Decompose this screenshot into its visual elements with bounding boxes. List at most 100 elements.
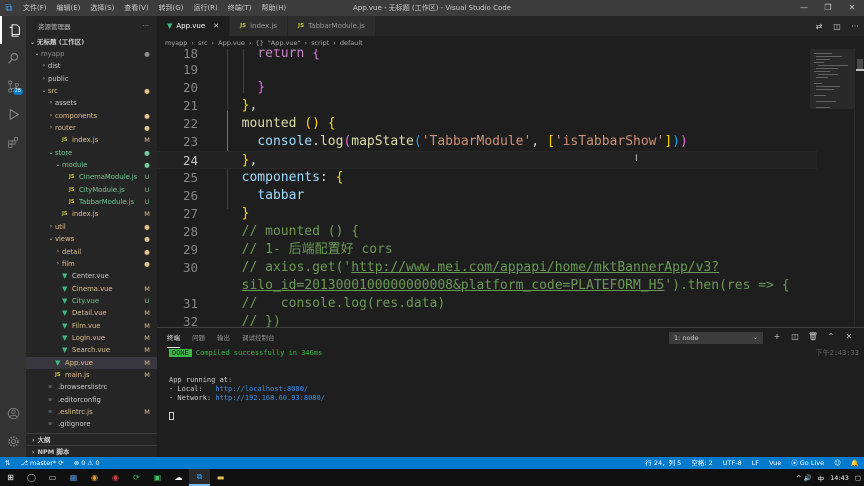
breadcrumb-item[interactable]: App.vue [218,39,245,47]
tree-item[interactable]: › public [26,73,157,85]
tree-item[interactable]: ≡ .eslintrc.js M [26,406,157,418]
menu-item-5[interactable]: 运行(R) [188,0,222,16]
restore-button[interactable]: ❐ [816,0,840,16]
breadcrumb-item[interactable]: "App.vue" [268,39,301,47]
app-icon[interactable]: ◉ [105,469,126,486]
tree-item[interactable]: JS main.js M [26,369,157,381]
maximize-panel-icon[interactable]: ⌃ [822,332,840,341]
notifications-bell-icon[interactable]: 🔔 [846,457,864,469]
panel-tab-2[interactable]: 输出 [217,328,230,348]
remote-icon[interactable]: ⇅ [0,457,15,469]
encoding[interactable]: UTF-8 [718,457,747,469]
tree-item[interactable]: ⌄ module ● [26,159,157,171]
terminal-select[interactable]: 1: node ⌄ [669,332,763,344]
split-editor-icon[interactable]: ◫ [828,22,846,31]
tab-0[interactable]: ▼ App.vue ✕ [157,16,231,36]
task-view-icon[interactable]: ▭ [42,469,63,486]
source-control-icon[interactable]: 28 [0,72,26,100]
menu-item-7[interactable]: 帮助(H) [257,0,292,16]
cursor-position[interactable]: 行 24，列 5 [640,457,686,469]
tree-item[interactable]: ▼ Search.vue M [26,344,157,356]
more-actions-button[interactable]: ··· [143,22,149,30]
terminal-output[interactable]: DONE Compiled successfully in 346ms 下午2:43… [169,348,859,421]
tray-icons[interactable]: ^ 🔊 [793,474,815,482]
breadcrumb-item[interactable]: script [311,39,329,47]
editor-scrollbar[interactable] [854,49,864,327]
tree-item[interactable]: ▼ Login.vue M [26,332,157,344]
more-editor-actions-icon[interactable]: ··· [846,22,864,31]
local-url-link[interactable]: http://localhost:8080/ [215,385,308,393]
search-icon[interactable] [0,44,26,72]
minimap[interactable] [810,49,854,327]
breadcrumb-item[interactable]: {} [255,39,263,47]
tree-item[interactable]: ▼ City.vue U [26,295,157,307]
tree-item[interactable]: JS index.js M [26,208,157,220]
indentation[interactable]: 空格: 2 [686,457,717,469]
clock[interactable]: 14:43 [827,474,852,482]
breadcrumb-item[interactable]: default [340,39,363,47]
vscode-taskbar-icon[interactable]: ⧉ [189,469,210,486]
account-icon[interactable] [0,399,26,427]
open-changes-icon[interactable]: ⇄ [810,22,828,31]
panel-tab-0[interactable]: 终端 [167,328,180,348]
app-icon[interactable]: ⟳ [126,469,147,486]
tree-item[interactable]: ≡ .gitignore [26,418,157,430]
breadcrumb-item[interactable]: myapp [165,39,187,47]
explorer-icon[interactable] [0,16,26,44]
tab-2[interactable]: JS TabbarModule.js [288,16,376,36]
menu-item-4[interactable]: 转到(G) [154,0,189,16]
tree-item[interactable]: ▼ App.vue M [26,356,157,369]
close-panel-icon[interactable]: ✕ [840,332,858,341]
settings-gear-icon[interactable] [0,427,26,455]
tree-item[interactable]: ▼ Cinema.vue M [26,283,157,295]
tree-item[interactable]: › dist [26,60,157,72]
trash-icon[interactable]: 🗑 [804,332,822,341]
tree-item[interactable]: › film ● [26,258,157,270]
tree-item[interactable]: ⌄ store ● [26,147,157,159]
tree-item[interactable]: ⌄ src ● [26,85,157,97]
end-of-line[interactable]: LF [747,457,764,469]
tree-item[interactable]: JS index.js M [26,134,157,146]
new-terminal-icon[interactable]: + [768,332,786,341]
file-explorer-icon[interactable]: ▬ [210,469,231,486]
tree-item[interactable]: › router ● [26,122,157,134]
tree-item[interactable]: JS TabbarModule.js U [26,196,157,208]
tree-item[interactable]: › assets [26,97,157,109]
network-url-link[interactable]: http://192.168.60.93:8080/ [215,394,325,402]
start-windows-icon[interactable]: ⊞ [0,469,21,486]
tree-item[interactable]: › util ● [26,221,157,233]
extensions-icon[interactable] [0,128,26,156]
tree-item[interactable]: › detail ● [26,246,157,258]
close-window-button[interactable]: ✕ [840,0,864,16]
minimize-button[interactable]: — [792,0,816,16]
menu-item-1[interactable]: 编辑(E) [52,0,86,16]
input-language[interactable]: 中 [815,473,828,483]
menu-item-6[interactable]: 终端(T) [223,0,257,16]
tree-item[interactable]: ≡ .browserslistrc [26,381,157,393]
code-editor[interactable]: 18 return {19 20 } 21 }, 22 mounted () {23 … [157,49,864,327]
browser-icon[interactable]: ◉ [84,469,105,486]
panel-tab-1[interactable]: 问题 [192,328,205,348]
problems-count[interactable]: ⊗ 0 ⚠ 0 [69,457,105,469]
workspace-root[interactable]: ⌄ 无标题 (工作区) [26,36,157,48]
npm-scripts-section[interactable]: › NPM 脚本 [26,445,157,457]
menu-item-0[interactable]: 文件(F) [18,0,52,16]
menu-item-2[interactable]: 选择(S) [85,0,119,16]
app-icon[interactable]: ▣ [147,469,168,486]
menu-item-3[interactable]: 查看(V) [119,0,153,16]
tree-item[interactable]: ≡ .editorconfig [26,394,157,406]
run-debug-icon[interactable] [0,100,26,128]
breadcrumb-item[interactable]: src [198,39,208,47]
go-live-button[interactable]: ⦿ Go Live [786,457,829,469]
tree-item[interactable]: ⌄ views ● [26,233,157,245]
tab-1[interactable]: JS index.js [230,16,289,36]
outline-section[interactable]: › 大纲 [26,433,157,445]
close-tab-icon[interactable]: ✕ [213,22,219,30]
wechat-icon[interactable]: ☁ [168,469,189,486]
app-icon[interactable]: ▦ [63,469,84,486]
tree-item[interactable]: JS CityModule.js U [26,184,157,196]
tree-item[interactable]: ▼ Film.vue M [26,320,157,332]
notification-center-icon[interactable]: ▢ [852,474,864,482]
split-terminal-icon[interactable]: ◫ [786,332,804,341]
feedback-icon[interactable]: ☺ [829,457,846,469]
